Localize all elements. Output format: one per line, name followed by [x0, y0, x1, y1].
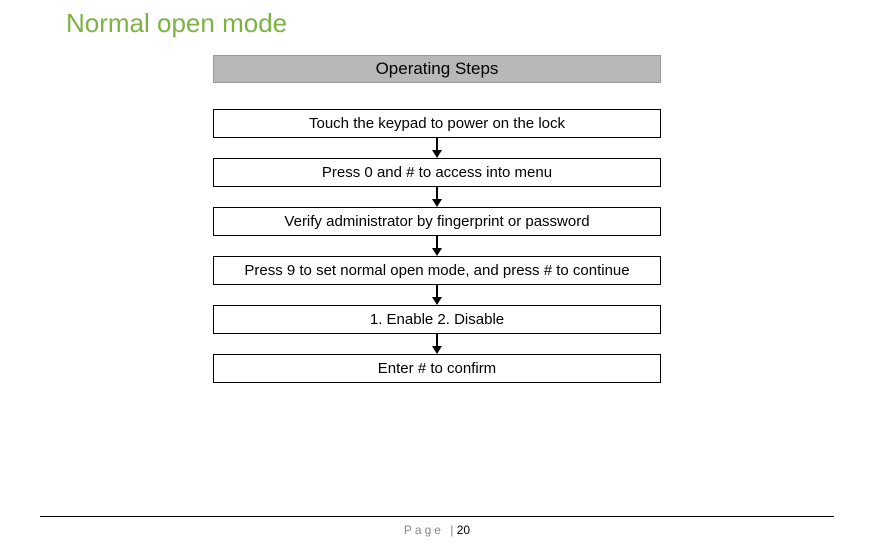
arrow-down-icon	[432, 334, 442, 354]
step-box: Touch the keypad to power on the lock	[213, 109, 661, 138]
section-title: Normal open mode	[0, 0, 874, 39]
page-number: 20	[457, 523, 470, 537]
step-box: Press 0 and # to access into menu	[213, 158, 661, 187]
arrow-down-icon	[432, 138, 442, 158]
step-box: Press 9 to set normal open mode, and pre…	[213, 256, 661, 285]
step-box: 1. Enable 2. Disable	[213, 305, 661, 334]
arrow-down-icon	[432, 187, 442, 207]
step-box: Verify administrator by fingerprint or p…	[213, 207, 661, 236]
arrow-down-icon	[432, 285, 442, 305]
page-footer: Page | 20	[0, 516, 874, 537]
arrow-down-icon	[432, 236, 442, 256]
page-label: Page	[404, 523, 450, 537]
footer-rule	[40, 516, 834, 517]
content-area: Operating Steps Touch the keypad to powe…	[0, 39, 874, 383]
step-box: Enter # to confirm	[213, 354, 661, 383]
operating-steps-header: Operating Steps	[213, 55, 661, 83]
